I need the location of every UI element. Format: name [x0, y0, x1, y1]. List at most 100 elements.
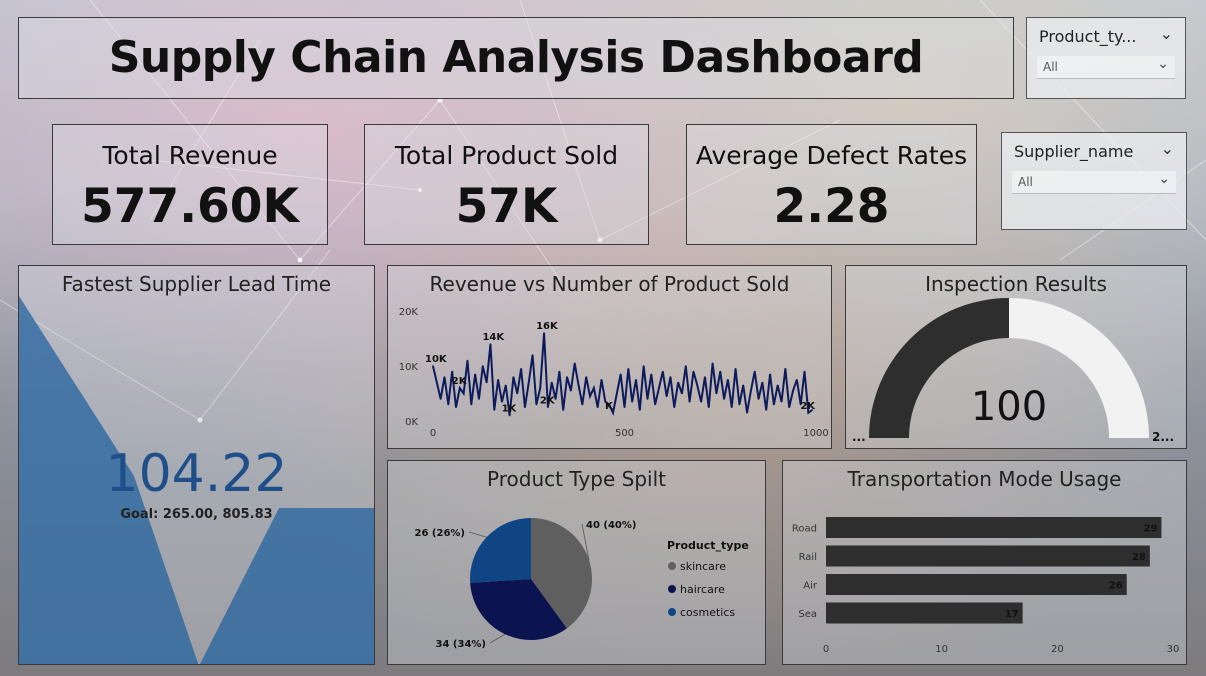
kpi-total-revenue: Total Revenue 577.60K	[52, 124, 328, 245]
data-point	[730, 406, 733, 409]
legend-label-skincare: skincare	[680, 560, 726, 573]
bar-road	[826, 517, 1162, 538]
data-point	[711, 362, 714, 365]
revenue-series-line	[432, 332, 813, 416]
data-point	[673, 406, 676, 409]
bar-value-label: 28	[1132, 552, 1146, 563]
data-point	[558, 370, 561, 373]
data-point	[681, 392, 683, 395]
data-point	[531, 354, 534, 356]
data-point	[658, 387, 660, 389]
kpi-value: 577.60K	[81, 179, 299, 234]
kpi-total-product-sold: Total Product Sold 57K	[364, 124, 649, 245]
data-point	[807, 411, 810, 414]
data-label: 1K	[502, 404, 518, 415]
gauge-value: 100	[971, 384, 1047, 430]
data-point	[612, 411, 614, 414]
data-point	[796, 378, 798, 381]
data-point	[750, 389, 752, 392]
data-point	[489, 343, 492, 345]
data-point	[662, 370, 664, 373]
data-point	[761, 381, 764, 384]
data-point	[497, 378, 499, 381]
data-point	[665, 395, 668, 398]
gauge-max-label: 2...	[1152, 430, 1174, 444]
kpi-value: 57K	[455, 179, 558, 234]
lead-time-value: 104.22	[105, 444, 288, 504]
product-type-slicer-label: Product_ty...	[1039, 27, 1137, 46]
data-point	[443, 376, 446, 378]
chevron-down-icon: ⌄	[1157, 56, 1169, 72]
data-point	[700, 400, 702, 403]
lead-time-goal: Goal: 265.00, 805.83	[120, 507, 273, 522]
data-label: K	[605, 401, 614, 412]
bar-value-label: 17	[1005, 609, 1019, 620]
lead-time-title: Fastest Supplier Lead Time	[61, 272, 332, 296]
data-point	[642, 365, 645, 367]
data-point	[524, 406, 526, 409]
data-point	[585, 376, 587, 378]
product-type-pie-panel: Product Type Spilt 40 (40%) 34 (34%) 26 (2…	[387, 460, 766, 665]
y-tick-label: 0K	[405, 417, 418, 428]
data-point	[792, 389, 794, 392]
data-point	[616, 392, 618, 395]
data-point	[707, 406, 710, 409]
data-point	[635, 378, 637, 381]
kpi-label: Average Defect Rates	[695, 141, 968, 170]
data-point	[692, 370, 695, 373]
supplier-name-dropdown[interactable]: All ⌄	[1012, 171, 1176, 194]
chevron-down-icon[interactable]: ⌄	[1161, 139, 1174, 158]
legend-label-haircare: haircare	[680, 583, 725, 596]
pie-data-label: 40 (40%)	[586, 520, 636, 531]
data-point	[573, 362, 576, 365]
bar-air	[826, 574, 1127, 595]
pie-leader-line	[489, 633, 506, 644]
data-point	[474, 373, 476, 376]
supplier-name-slicer[interactable]: Supplier_name ⌄ All ⌄	[1001, 132, 1187, 230]
chevron-down-icon[interactable]: ⌄	[1160, 24, 1173, 43]
data-point	[769, 373, 771, 376]
bar-value-label: 26	[1109, 581, 1123, 592]
gauge-min-label: ...	[852, 430, 866, 444]
data-point	[439, 398, 442, 400]
data-label: 2K	[540, 395, 556, 406]
data-point	[485, 381, 488, 384]
data-point	[619, 373, 622, 376]
data-point	[677, 381, 679, 384]
data-point	[734, 367, 737, 370]
legend-title: Product_type	[667, 539, 749, 552]
data-label: 2K	[452, 376, 468, 387]
data-point	[527, 381, 530, 384]
data-point	[738, 403, 741, 406]
data-point	[784, 367, 787, 370]
data-point	[570, 389, 572, 392]
x-tick-label: 20	[1051, 644, 1064, 655]
data-point	[727, 378, 729, 381]
x-tick-label: 500	[615, 428, 634, 439]
data-point	[547, 406, 549, 409]
data-point	[562, 409, 565, 411]
data-point	[432, 365, 434, 367]
data-point	[436, 381, 438, 384]
data-point	[481, 365, 484, 367]
data-point	[654, 403, 656, 406]
x-tick-label: 1000	[803, 428, 828, 439]
y-tick-label: 10K	[399, 362, 419, 373]
bar-category-label: Road	[792, 524, 817, 535]
product-type-dropdown[interactable]: All ⌄	[1037, 56, 1175, 79]
data-point	[451, 370, 453, 373]
data-label: 10K	[425, 354, 448, 365]
data-point	[696, 384, 699, 387]
kpi-label: Total Revenue	[102, 141, 278, 170]
lead-time-panel: Fastest Supplier Lead Time 104.22 Goal: …	[18, 265, 375, 665]
kpi-label: Total Product Sold	[394, 141, 619, 170]
pie-chart-svg: 40 (40%) 34 (34%) 26 (26%) Product_typeskin…	[415, 518, 749, 650]
bar-chart-svg: Road 29 Rail 28 Air 26 Sea 17 0 10 20 30	[792, 517, 1179, 655]
data-point	[459, 387, 461, 389]
data-label: 16K	[536, 321, 559, 332]
legend-marker-haircare	[668, 585, 676, 593]
product-type-slicer[interactable]: Product_ty... ⌄ All ⌄	[1026, 17, 1186, 99]
data-point	[512, 376, 515, 378]
data-point	[788, 406, 790, 409]
data-point	[803, 370, 806, 373]
